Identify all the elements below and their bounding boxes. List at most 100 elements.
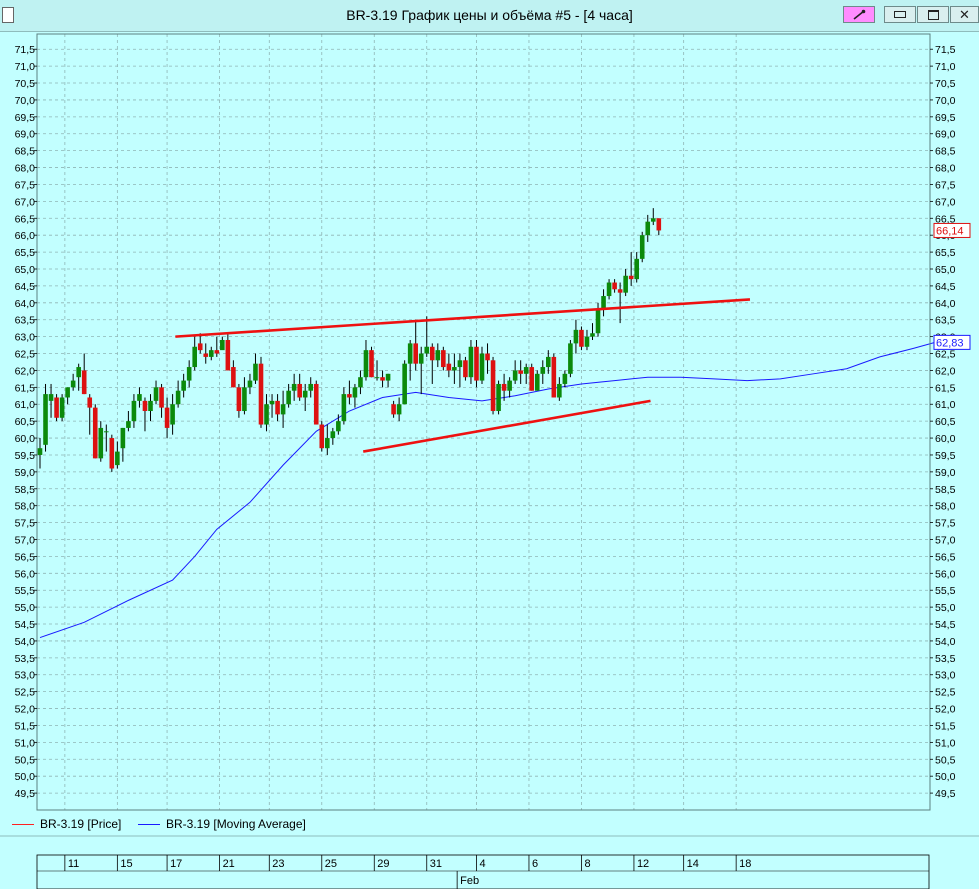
candle — [656, 218, 662, 236]
candle — [623, 268, 628, 297]
candle-body — [54, 397, 59, 418]
candle — [208, 346, 214, 361]
candle-body — [92, 407, 98, 459]
y-tick-label-right: 55,5 — [935, 585, 956, 597]
candle — [568, 340, 573, 378]
candle-body — [48, 394, 54, 401]
month-label: Feb — [460, 875, 479, 887]
candle-body — [242, 387, 247, 412]
time-tick-label: 29 — [377, 858, 389, 870]
y-tick-label-right: 54,0 — [935, 636, 956, 648]
time-tick-label: 18 — [739, 858, 751, 870]
candle — [81, 353, 87, 395]
candle — [142, 397, 148, 432]
candle-body — [325, 438, 330, 449]
time-tick-label: 14 — [687, 858, 699, 870]
y-tick-label-left: 60,0 — [15, 433, 36, 445]
candle — [639, 231, 645, 263]
y-tick-label-left: 60,5 — [15, 416, 36, 428]
candle — [407, 340, 413, 381]
candle — [413, 319, 418, 371]
candle-body — [496, 383, 501, 412]
legend-label-price: BR-3.19 [Price] — [40, 817, 122, 831]
candle — [590, 323, 595, 341]
time-tick-label: 8 — [584, 858, 590, 870]
candle — [385, 373, 391, 388]
time-tick-label: 25 — [325, 858, 337, 870]
candle — [347, 380, 352, 405]
candle — [308, 377, 314, 398]
candle — [319, 421, 325, 452]
candle-body — [347, 394, 352, 398]
candle — [264, 394, 269, 432]
legend-swatch-price — [12, 823, 34, 825]
y-tick-label-left: 68,5 — [15, 146, 36, 158]
candle-body — [518, 370, 523, 374]
candle-body — [330, 431, 336, 439]
candle — [37, 438, 43, 469]
candle-body — [81, 370, 87, 395]
candle-body — [126, 421, 131, 428]
candle-body — [170, 404, 175, 425]
candle — [601, 289, 606, 317]
candle-body — [551, 356, 557, 398]
candle — [463, 356, 468, 381]
candle-body — [208, 350, 214, 357]
candle — [65, 387, 70, 405]
y-tick-label-right: 49,5 — [935, 788, 956, 800]
candle — [280, 390, 286, 428]
candle-body — [70, 380, 76, 388]
candle — [297, 373, 302, 401]
candle — [336, 414, 341, 435]
candle — [175, 380, 181, 408]
candle-body — [623, 275, 628, 293]
y-tick-label-right: 70,0 — [935, 95, 956, 107]
y-tick-label-left: 57,0 — [15, 534, 36, 546]
candle — [231, 360, 236, 388]
y-tick-label-right: 56,0 — [935, 568, 956, 580]
y-tick-label-left: 51,0 — [15, 737, 36, 749]
y-tick-label-right: 52,0 — [935, 704, 956, 716]
candle-body — [474, 346, 479, 381]
y-tick-label-left: 49,5 — [15, 788, 36, 800]
y-tick-label-left: 62,0 — [15, 365, 36, 377]
candle-body — [43, 394, 48, 445]
y-tick-label-left: 69,0 — [15, 129, 36, 141]
y-tick-label-left: 52,0 — [15, 704, 36, 716]
trendline[interactable] — [362, 399, 651, 453]
candle — [275, 394, 280, 422]
candle — [507, 377, 512, 398]
candle-body — [628, 275, 634, 280]
price-chart[interactable]: 49,5 49,5 50,0 50,0 50,5 50,5 51,0 51,0 51,5 51,5… — [0, 0, 979, 889]
y-tick-label-right: 58,0 — [935, 501, 956, 513]
y-tick-label-right: 51,5 — [935, 720, 956, 732]
trendline[interactable] — [175, 298, 751, 338]
y-tick-label-right: 57,0 — [935, 534, 956, 546]
y-tick-label-left: 63,5 — [15, 315, 36, 327]
candle — [485, 343, 490, 374]
y-tick-label-left: 53,0 — [15, 670, 36, 682]
y-tick-label-left: 51,5 — [15, 720, 36, 732]
candle-body — [507, 380, 512, 391]
last-ma-marker-text: 62,83 — [936, 337, 964, 349]
candle — [441, 346, 446, 371]
candle-body — [380, 377, 385, 381]
y-tick-label-left: 50,0 — [15, 771, 36, 783]
y-tick-label-left: 61,5 — [15, 382, 36, 394]
candle-body — [424, 346, 430, 354]
candle-body — [590, 333, 595, 337]
candle-body — [76, 367, 81, 378]
candle-body — [396, 404, 402, 415]
candle — [220, 336, 225, 351]
candle — [330, 427, 336, 445]
candle — [479, 346, 485, 384]
y-tick-label-left: 62,5 — [15, 349, 36, 361]
candle — [391, 400, 396, 418]
candle — [496, 380, 501, 415]
candle-body — [175, 390, 181, 405]
candle-body — [142, 400, 148, 412]
price-axes: 49,5 49,5 50,0 50,0 50,5 50,5 51,0 51,0 51,5 51,5… — [0, 33, 979, 889]
time-tick-label: 23 — [272, 858, 284, 870]
candle-body — [214, 350, 220, 354]
candle-body — [546, 356, 551, 368]
